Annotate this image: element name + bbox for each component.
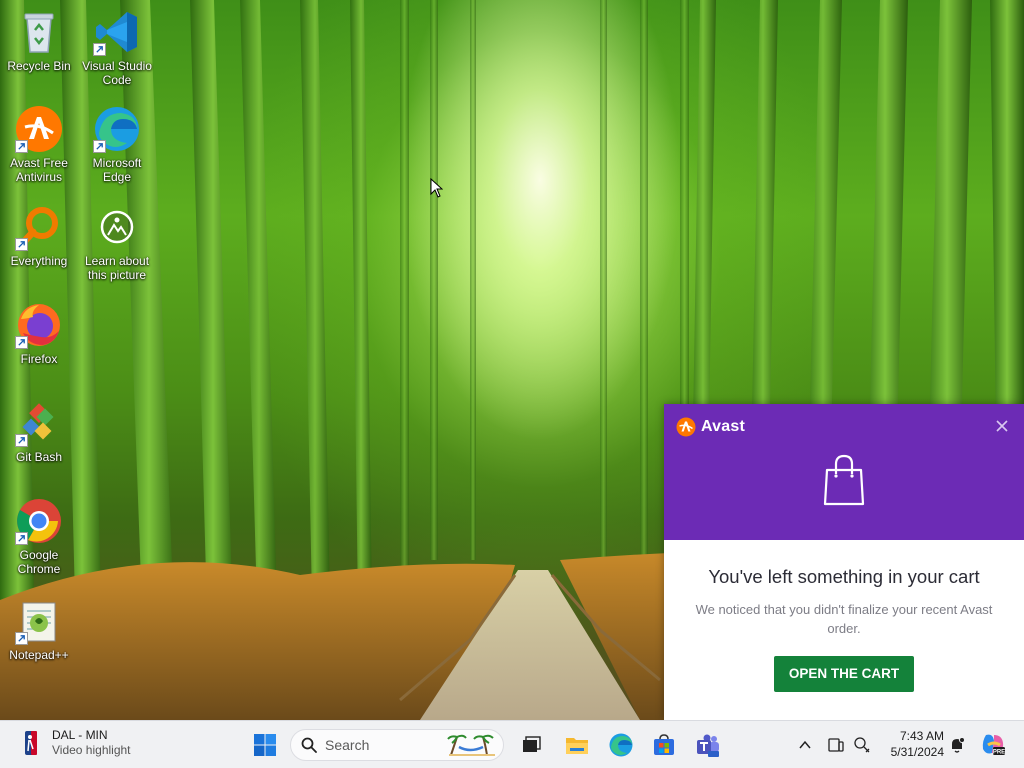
folder-icon	[566, 738, 588, 754]
notification-bell-icon	[952, 737, 965, 753]
desktop-icon-learn-about-picture[interactable]: Learn about this picture	[79, 203, 155, 282]
clock-time: 7:43 AM	[899, 729, 944, 743]
desktop-icon-vscode[interactable]: Visual Studio Code	[79, 8, 155, 87]
copilot-icon: PRE	[982, 734, 1005, 756]
desktop-icon-avast[interactable]: Avast Free Antivirus	[1, 105, 77, 184]
shortcut-arrow-icon	[15, 632, 28, 645]
close-icon	[996, 420, 1008, 432]
task-view-button[interactable]	[515, 729, 547, 761]
devices-tray-button[interactable]	[826, 735, 846, 755]
desktop-icon-recycle-bin[interactable]: Recycle Bin	[1, 8, 77, 73]
desktop-icon-label: Visual Studio Code	[82, 59, 152, 87]
git-bash-icon	[15, 399, 63, 447]
shortcut-arrow-icon	[15, 336, 28, 349]
brand-name: Avast	[701, 418, 745, 435]
desktop-icon-label: Learn about this picture	[84, 254, 150, 282]
nba-icon	[25, 731, 37, 755]
popup-description: We noticed that you didn't finalize your…	[695, 602, 993, 636]
popup-body: You've left something in your cart We no…	[664, 540, 1024, 692]
shopping-bag-icon	[823, 454, 865, 506]
windows-logo-icon	[254, 734, 276, 756]
popup-header: Avast	[664, 404, 1024, 540]
open-cart-button[interactable]: OPEN THE CART	[774, 656, 914, 692]
desktop-icon-git-bash[interactable]: Git Bash	[1, 399, 77, 464]
news-title: DAL - MIN	[52, 728, 108, 742]
chevron-up-icon	[799, 740, 811, 749]
teams-icon	[697, 734, 719, 757]
edge-icon	[93, 105, 141, 153]
news-subtitle: Video highlight	[52, 743, 131, 757]
desktop-icon-label: Microsoft Edge	[92, 156, 142, 184]
desktop-icon-label: Everything	[10, 254, 68, 268]
network-tray-button[interactable]	[852, 735, 872, 755]
show-hidden-icons-button[interactable]	[795, 735, 815, 755]
search-icon	[301, 737, 317, 753]
desktop-icon-edge[interactable]: Microsoft Edge	[79, 105, 155, 184]
shortcut-arrow-icon	[15, 238, 28, 251]
recycle-bin-icon	[15, 8, 63, 56]
svg-text:PRE: PRE	[993, 750, 1005, 756]
desktop-icon-notepadpp[interactable]: Notepad++	[1, 597, 77, 662]
avast-icon	[15, 105, 63, 153]
vscode-icon	[93, 8, 141, 56]
everything-search-icon	[15, 203, 63, 251]
store-icon	[654, 734, 674, 755]
start-button[interactable]	[249, 729, 281, 761]
devices-icon	[828, 738, 844, 752]
teams-button[interactable]	[692, 729, 724, 761]
desktop-icon-firefox[interactable]: Firefox	[1, 301, 77, 366]
shortcut-arrow-icon	[15, 140, 28, 153]
desktop-icon-everything[interactable]: Everything	[1, 203, 77, 268]
file-explorer-button[interactable]	[561, 729, 593, 761]
learn-picture-icon	[93, 203, 141, 251]
desktop-icon-label: Notepad++	[9, 648, 69, 662]
shortcut-arrow-icon	[93, 43, 106, 56]
desktop-icon-google-chrome[interactable]: Google Chrome	[1, 497, 77, 576]
avast-logo-icon	[676, 417, 696, 437]
shortcut-arrow-icon	[93, 140, 106, 153]
task-view-icon	[523, 736, 541, 752]
popup-title: You've left something in your cart	[708, 566, 980, 587]
search-input[interactable]	[325, 737, 445, 753]
search-highlight-art-icon	[447, 734, 495, 756]
desktop-icon-label: Recycle Bin	[7, 59, 71, 73]
taskbar-search[interactable]	[290, 729, 504, 761]
edge-button[interactable]	[605, 729, 637, 761]
desktop-icon-label: Git Bash	[15, 450, 63, 464]
clock-date: 5/31/2024	[890, 745, 944, 759]
mouse-cursor-icon	[430, 178, 443, 198]
chrome-icon	[15, 497, 63, 545]
edge-icon	[609, 733, 633, 757]
system-clock[interactable]: 7:43 AM 5/31/2024	[880, 728, 944, 760]
news-text: DAL - MIN Video highlight	[52, 728, 131, 758]
store-button[interactable]	[648, 729, 680, 761]
shortcut-arrow-icon	[15, 434, 28, 447]
avast-cart-popup: Avast You've left something in your cart…	[664, 404, 1024, 720]
notepadpp-icon	[15, 597, 63, 645]
notifications-button[interactable]	[947, 735, 967, 755]
avast-brand: Avast	[676, 417, 745, 437]
close-button[interactable]	[992, 416, 1012, 436]
network-icon	[854, 737, 870, 753]
shortcut-arrow-icon	[15, 532, 28, 545]
desktop-icon-label: Google Chrome	[17, 548, 61, 576]
firefox-icon	[15, 301, 63, 349]
copilot-button[interactable]: PRE	[980, 731, 1006, 757]
taskbar: DAL - MIN Video highlight Search 7:43 AM…	[0, 720, 1024, 768]
desktop-icon-label: Firefox	[20, 352, 58, 366]
news-widget[interactable]: DAL - MIN Video highlight	[18, 727, 131, 759]
desktop-icon-label: Avast Free Antivirus	[10, 156, 68, 184]
